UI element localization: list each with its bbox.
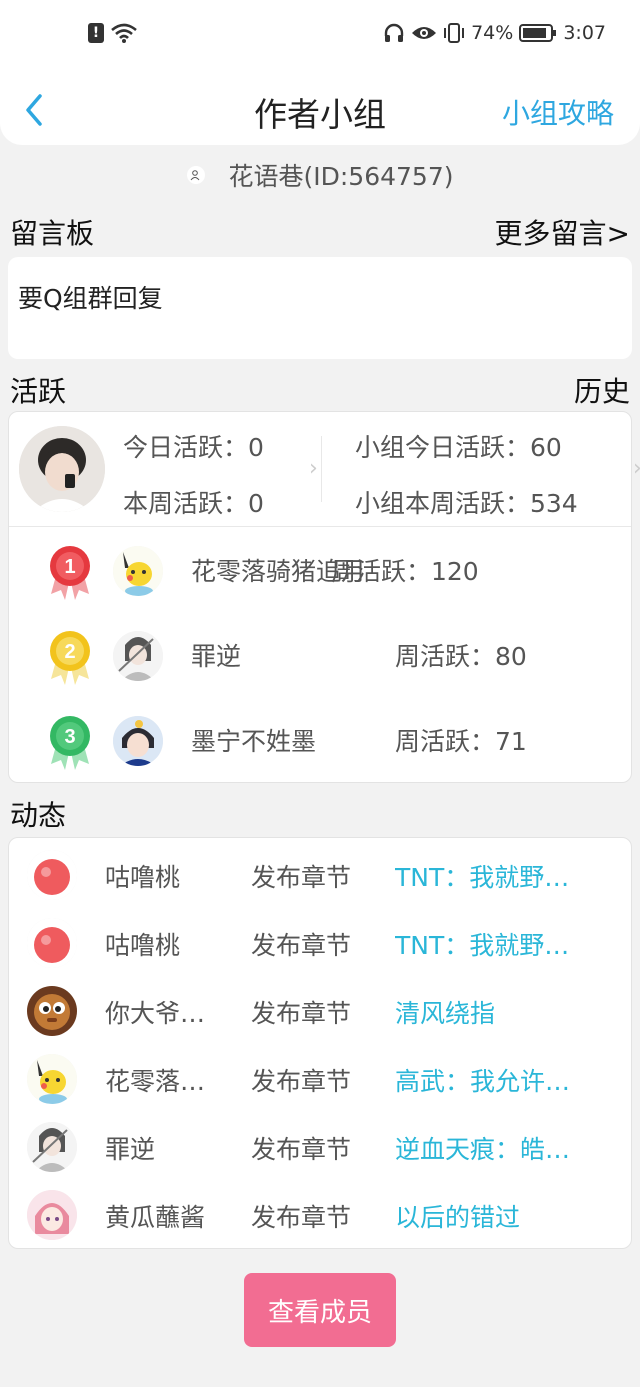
clock: 3:07: [563, 22, 606, 44]
feed-item[interactable]: 你大爷… 发布章节 清风绕指: [9, 976, 633, 1044]
feed-user[interactable]: 罪逆: [105, 1130, 229, 1166]
group-icon: [186, 166, 205, 184]
vibrate-icon: [444, 23, 465, 43]
alert-icon: !: [88, 23, 104, 43]
rank-row[interactable]: 1 花零落骑猪追月 周活跃：120: [9, 542, 633, 602]
feed-item[interactable]: 黄瓜蘸酱 发布章节 以后的错过: [9, 1180, 633, 1248]
stat-divider: [321, 436, 322, 502]
divider: [9, 526, 631, 527]
user-avatar: [113, 546, 163, 596]
user-avatar: [27, 1190, 77, 1240]
message-text: 要Q组群回复: [18, 284, 163, 313]
group-info: 花语巷(ID:564757): [0, 155, 640, 195]
activity-panel: 今日活跃：0 本周活跃：0 › 小组今日活跃：60 小组本周活跃：534 › 1…: [8, 411, 640, 783]
feed-action: 发布章节: [251, 999, 352, 1028]
rank-name: 墨宁不姓墨: [191, 727, 317, 756]
feed-header: 动态: [10, 794, 630, 834]
user-avatar: [113, 631, 163, 681]
gold-medal-icon: 1: [50, 546, 90, 600]
wifi-icon: [111, 23, 137, 43]
feed-action: 发布章节: [251, 931, 352, 960]
my-avatar: [19, 426, 105, 512]
more-messages-link[interactable]: 更多留言>: [495, 212, 630, 252]
group-name: 花语巷(ID:564757): [228, 162, 454, 191]
rank-number: 3: [64, 726, 75, 748]
user-avatar: [113, 716, 163, 766]
status-bar: ! 74% 3:07: [0, 22, 640, 54]
history-link[interactable]: 历史: [574, 370, 630, 410]
feed-user[interactable]: 咕噜桃: [105, 858, 229, 894]
user-avatar: [27, 1122, 77, 1172]
battery-icon: [519, 24, 557, 42]
feed-panel: 咕噜桃 发布章节 TNT：我就野… 咕噜桃 发布章节 TNT：我就野… 你大爷……: [8, 837, 632, 1249]
feed-action: 发布章节: [251, 1067, 352, 1096]
view-members-button[interactable]: 查看成员: [244, 1273, 396, 1347]
battery-percent: 74%: [471, 22, 514, 44]
rank-score: 周活跃：120: [331, 557, 479, 586]
feed-item[interactable]: 罪逆 发布章节 逆血天痕：皓…: [9, 1112, 633, 1180]
user-avatar: [27, 986, 77, 1036]
message-board[interactable]: 要Q组群回复: [8, 257, 632, 359]
group-guide-link[interactable]: 小组攻略: [502, 92, 614, 132]
feed-action: 发布章节: [251, 863, 352, 892]
feed-user[interactable]: 黄瓜蘸酱: [105, 1198, 229, 1234]
board-header: 留言板 更多留言>: [10, 212, 630, 252]
rank-number: 2: [64, 641, 75, 663]
feed-action: 发布章节: [251, 1135, 352, 1164]
rank-score: 周活跃：80: [395, 642, 527, 671]
user-avatar: [27, 918, 77, 968]
rank-name: 罪逆: [191, 642, 242, 671]
feed-item[interactable]: 咕噜桃 发布章节 TNT：我就野…: [9, 908, 633, 976]
user-avatar: [27, 850, 77, 900]
user-avatar: [27, 1054, 77, 1104]
feed-user[interactable]: 咕噜桃: [105, 926, 229, 962]
chapter-link[interactable]: 逆血天痕：皓…: [395, 1130, 605, 1166]
board-title: 留言板: [10, 217, 95, 250]
chapter-link[interactable]: TNT：我就野…: [395, 926, 605, 962]
feed-user[interactable]: 花零落…: [105, 1062, 229, 1098]
feed-action: 发布章节: [251, 1203, 352, 1232]
silver-medal-icon: 2: [50, 631, 90, 685]
group-today-activity: 小组今日活跃：60: [355, 433, 562, 462]
rank-number: 1: [64, 556, 75, 578]
chevron-right-icon[interactable]: ›: [633, 456, 640, 481]
feed-user[interactable]: 你大爷…: [105, 994, 229, 1030]
chapter-link[interactable]: TNT：我就野…: [395, 858, 605, 894]
feed-item[interactable]: 咕噜桃 发布章节 TNT：我就野…: [9, 840, 633, 908]
my-today-activity: 今日活跃：0: [123, 433, 264, 462]
bronze-medal-icon: 3: [50, 716, 90, 770]
headphones-icon: [384, 23, 404, 42]
chapter-link[interactable]: 高武：我允许…: [395, 1062, 605, 1098]
activity-header: 活跃 历史: [10, 370, 630, 410]
rank-row[interactable]: 2 罪逆 周活跃：80: [9, 627, 633, 687]
rank-row[interactable]: 3 墨宁不姓墨 周活跃：71: [9, 712, 633, 772]
activity-title: 活跃: [10, 375, 67, 408]
feed-item[interactable]: 花零落… 发布章节 高武：我允许…: [9, 1044, 633, 1112]
rank-score: 周活跃：71: [395, 727, 527, 756]
chapter-link[interactable]: 清风绕指: [395, 994, 605, 1030]
chevron-right-icon[interactable]: ›: [309, 456, 318, 481]
group-week-activity: 小组本周活跃：534: [355, 489, 578, 518]
chapter-link[interactable]: 以后的错过: [395, 1198, 605, 1234]
my-week-activity: 本周活跃：0: [123, 489, 264, 518]
feed-title: 动态: [10, 799, 67, 832]
eye-icon: [412, 27, 437, 39]
